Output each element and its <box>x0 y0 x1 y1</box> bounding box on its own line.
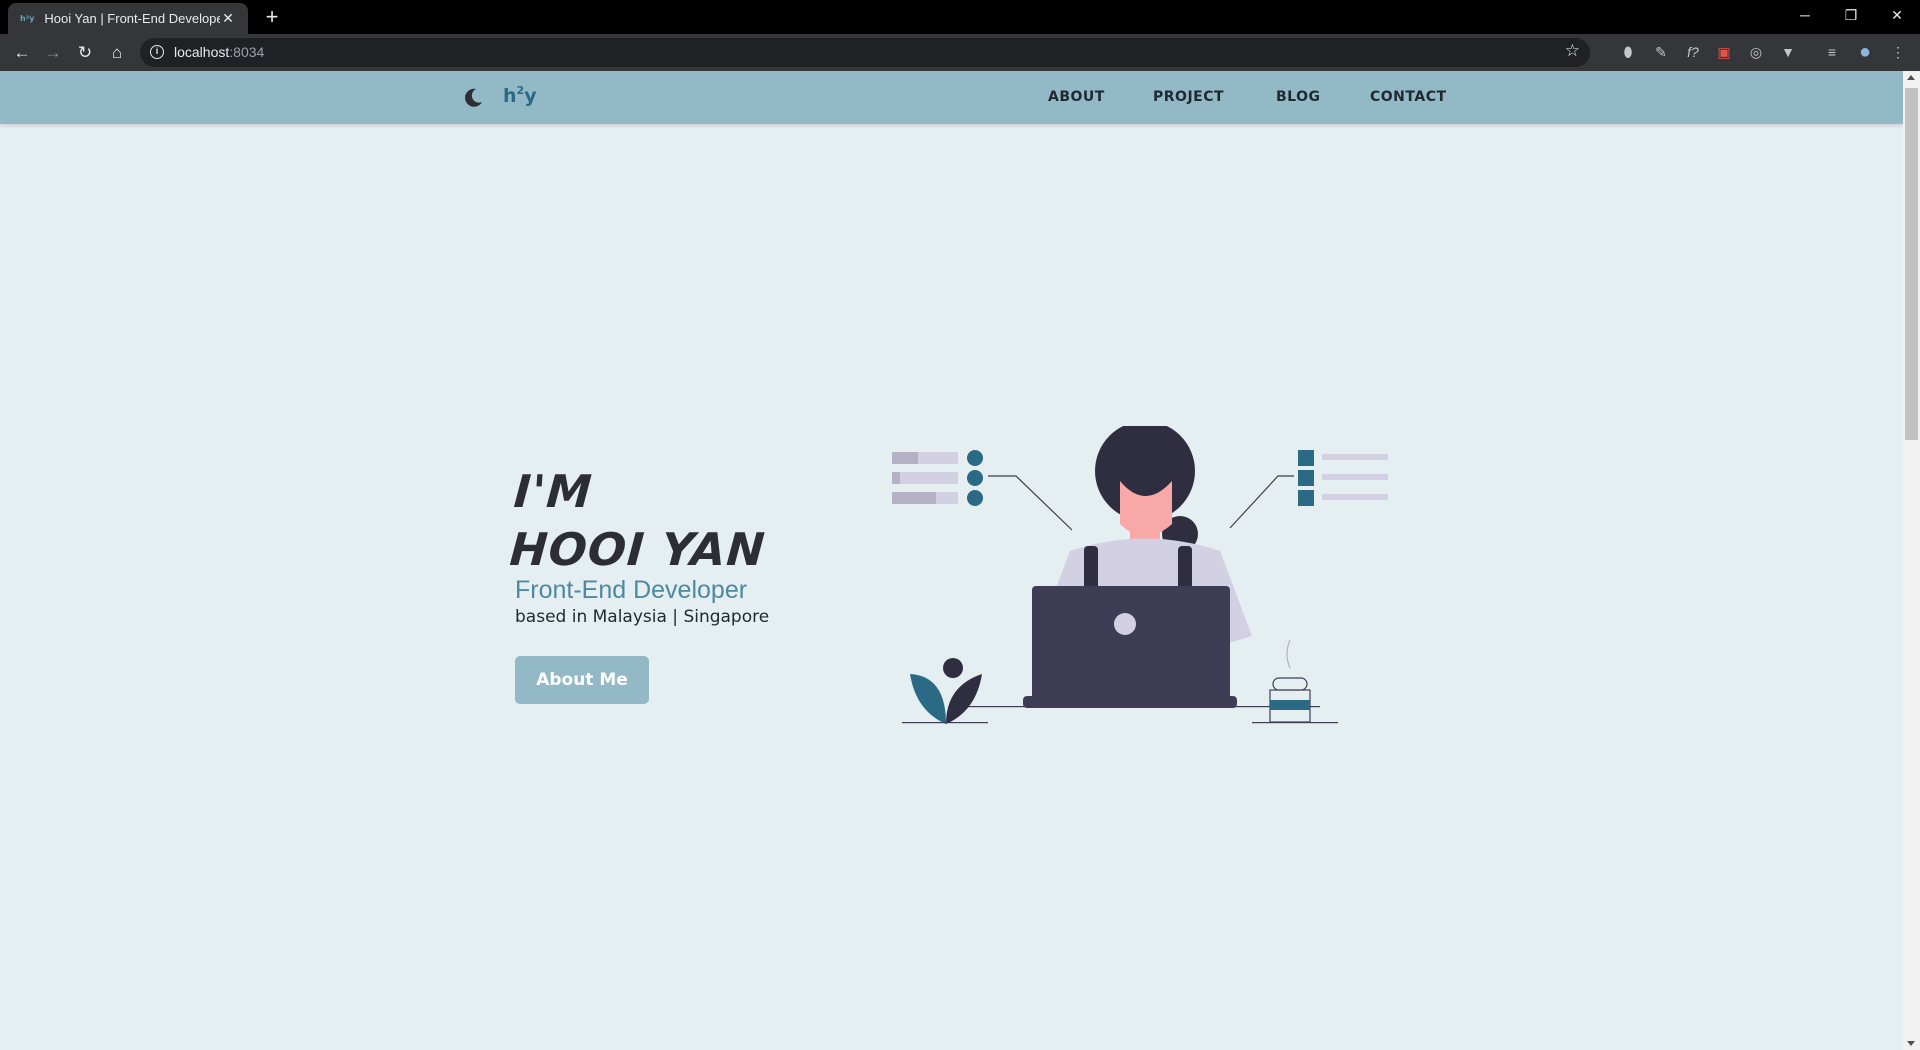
hero-location: based in Malaysia | Singapore <box>515 607 770 627</box>
browser-toolbar: ← → ↻ ⌂ i localhost:8034 ☆ ⬮ ✎ f? ▣ ◎ ▼ … <box>0 34 1920 71</box>
extension-icon-3[interactable]: f? <box>1684 43 1702 61</box>
extension-icon-6[interactable]: ▼ <box>1779 43 1797 61</box>
browser-titlebar: h²y Hooi Yan | Front-End Developer ✕ + ─… <box>0 0 1920 34</box>
back-button[interactable]: ← <box>9 40 35 66</box>
extension-icon-4[interactable]: ▣ <box>1715 43 1733 61</box>
tab-title: Hooi Yan | Front-End Developer <box>44 11 220 26</box>
page-viewport: h2y ABOUT PROJECT BLOG CONTACT I'M HOOI … <box>0 71 1903 1050</box>
about-me-button[interactable]: About Me <box>515 656 649 704</box>
media-control-icon[interactable]: ≡ <box>1823 43 1841 61</box>
nav-about[interactable]: ABOUT <box>1048 89 1105 105</box>
close-window-button[interactable]: ✕ <box>1874 0 1920 30</box>
restore-button[interactable]: ❐ <box>1828 0 1874 30</box>
scrollbar-thumb[interactable] <box>1905 88 1918 440</box>
hero-title-line2: HOOI YAN <box>508 523 768 576</box>
moon-icon[interactable] <box>462 87 484 109</box>
site-navbar: h2y ABOUT PROJECT BLOG CONTACT <box>0 71 1903 124</box>
extension-icon-1[interactable]: ⬮ <box>1619 43 1637 61</box>
menu-kebab-icon[interactable]: ⋮ <box>1889 43 1907 61</box>
address-bar[interactable]: i localhost:8034 ☆ <box>140 38 1590 67</box>
nav-blog[interactable]: BLOG <box>1276 89 1321 105</box>
forward-button[interactable]: → <box>40 40 66 66</box>
url-port: :8034 <box>229 44 265 60</box>
info-icon[interactable]: i <box>150 45 164 59</box>
extension-icon-5[interactable]: ◎ <box>1747 43 1765 61</box>
url-text[interactable]: localhost:8034 <box>174 44 264 60</box>
new-tab-button[interactable]: + <box>260 6 284 30</box>
nav-contact[interactable]: CONTACT <box>1370 89 1447 105</box>
browser-tab[interactable]: h²y Hooi Yan | Front-End Developer ✕ <box>8 3 248 34</box>
reload-button[interactable]: ↻ <box>72 40 98 66</box>
site-favicon-icon: h²y <box>20 14 35 23</box>
scroll-up-icon[interactable] <box>1907 75 1915 80</box>
nav-project[interactable]: PROJECT <box>1153 89 1224 105</box>
developer-illustration <box>892 426 1388 724</box>
hero-role: Front-End Developer <box>515 576 748 604</box>
minimize-button[interactable]: ─ <box>1782 0 1828 30</box>
logo-text: h <box>503 85 517 107</box>
home-button[interactable]: ⌂ <box>104 40 130 66</box>
hero-title: I'M HOOI YAN <box>508 463 771 579</box>
url-host: localhost <box>174 44 230 60</box>
extension-icon-2[interactable]: ✎ <box>1652 43 1670 61</box>
page-scrollbar[interactable] <box>1903 71 1920 1050</box>
tab-close-icon[interactable]: ✕ <box>220 10 236 27</box>
profile-avatar[interactable]: ● <box>1856 42 1874 62</box>
scroll-down-icon[interactable] <box>1907 1041 1915 1046</box>
site-logo[interactable]: h2y <box>503 84 537 107</box>
logo-suffix: y <box>524 85 537 107</box>
star-icon[interactable]: ☆ <box>1565 41 1580 61</box>
hero-title-line1: I'M <box>512 465 595 518</box>
